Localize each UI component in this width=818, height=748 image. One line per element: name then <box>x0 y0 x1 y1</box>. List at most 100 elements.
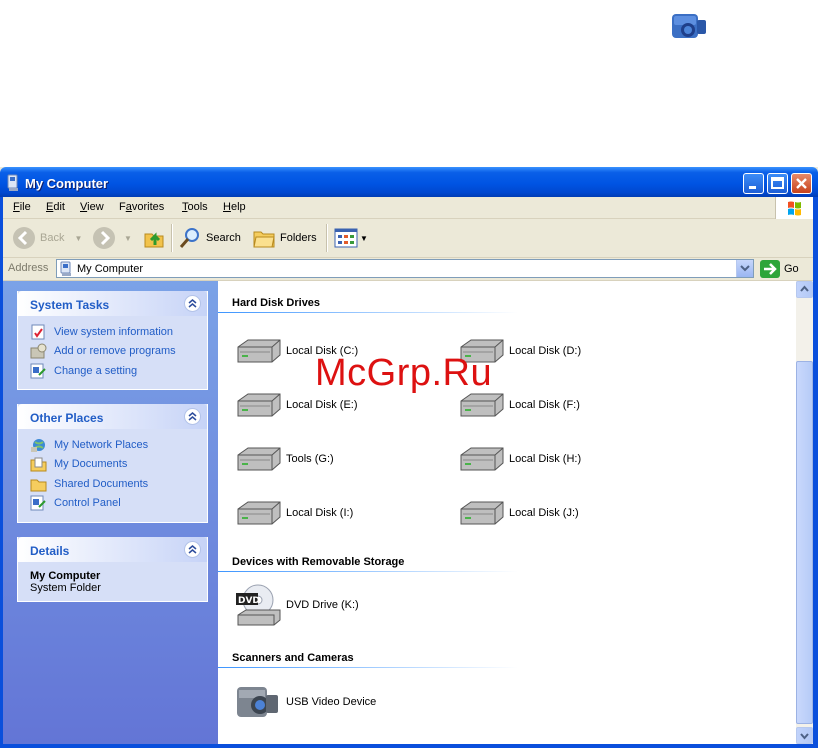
address-value: My Computer <box>77 263 144 275</box>
system-tasks-panel: System Tasks View system information Add… <box>17 291 208 390</box>
drive-label: Tools (G:) <box>286 453 334 465</box>
control-panel-icon <box>30 495 46 511</box>
collapse-button[interactable] <box>184 408 201 425</box>
panel-title: System Tasks <box>30 298 110 312</box>
watermark: McGrp.Ru <box>315 352 493 394</box>
drive-item[interactable]: Local Disk (H:) <box>457 439 581 479</box>
close-button[interactable] <box>791 173 812 194</box>
address-bar: Address My Computer Go <box>0 258 818 281</box>
view-system-info-link[interactable]: View system information <box>18 322 207 342</box>
menu-file[interactable]: File <box>13 201 31 213</box>
toolbar: Back ▼ ▼ Search Folders ▼ <box>0 219 818 258</box>
maximize-button[interactable] <box>767 173 788 194</box>
group-divider <box>218 312 518 313</box>
my-documents-link[interactable]: My Documents <box>18 455 207 475</box>
menu-edit[interactable]: Edit <box>46 201 65 213</box>
camcorder-icon <box>672 14 706 38</box>
group-divider <box>218 667 518 668</box>
address-input[interactable]: My Computer <box>56 259 754 278</box>
usb-video-device-item[interactable]: USB Video Device <box>234 679 376 725</box>
minimize-button[interactable] <box>743 173 764 194</box>
dvd-badge: DVD <box>238 596 260 606</box>
folders-button[interactable]: Folders <box>252 223 317 253</box>
panel-title: Details <box>30 544 70 558</box>
collapse-button[interactable] <box>184 541 201 558</box>
hard-disk-icon <box>460 393 504 417</box>
system-info-icon <box>31 324 45 340</box>
content-area: Hard Disk Drives Local Disk (C:) Local D… <box>218 281 796 744</box>
vertical-scrollbar[interactable] <box>796 281 813 744</box>
title-bar[interactable]: My Computer <box>0 167 818 197</box>
my-network-places-link[interactable]: My Network Places <box>18 435 207 455</box>
other-places-header[interactable]: Other Places <box>18 404 207 429</box>
window-border <box>0 744 818 748</box>
menu-tools[interactable]: Tools <box>182 201 208 213</box>
add-remove-programs-link[interactable]: Add or remove programs <box>18 342 207 362</box>
back-dropdown-icon[interactable]: ▼ <box>74 234 82 243</box>
menu-help[interactable]: Help <box>223 201 246 213</box>
hard-disk-icon <box>237 447 281 471</box>
change-setting-link[interactable]: Change a setting <box>18 361 207 381</box>
drive-item[interactable]: Local Disk (I:) <box>234 493 353 533</box>
chevron-down-icon <box>800 733 809 740</box>
drive-label: Local Disk (I:) <box>286 507 354 519</box>
up-folder-icon <box>144 232 164 248</box>
group-header-hard-disks: Hard Disk Drives <box>232 297 321 309</box>
my-computer-icon <box>60 261 71 276</box>
go-button[interactable]: Go <box>760 259 799 279</box>
collapse-chevron-icon <box>188 299 197 308</box>
toolbar-separator <box>326 224 328 252</box>
drive-label: DVD Drive (K:) <box>286 599 359 611</box>
chevron-down-icon <box>740 265 750 272</box>
hard-disk-icon <box>237 339 281 363</box>
go-arrow-icon <box>760 260 780 278</box>
group-divider <box>218 571 518 572</box>
shared-documents-link[interactable]: Shared Documents <box>18 474 207 494</box>
forward-dropdown-icon[interactable]: ▼ <box>124 234 132 243</box>
drive-label: Local Disk (D:) <box>509 345 582 357</box>
maximize-icon <box>771 177 784 189</box>
collapse-chevron-icon <box>188 545 197 554</box>
drive-label: Local Disk (H:) <box>509 453 582 465</box>
group-header-removable: Devices with Removable Storage <box>232 556 405 568</box>
menu-favorites[interactable]: Favorites <box>119 201 164 213</box>
up-button[interactable] <box>142 223 166 253</box>
details-type: System Folder <box>30 582 101 594</box>
address-dropdown-button[interactable] <box>736 260 753 277</box>
hard-disk-icon <box>237 393 281 417</box>
task-pane: System Tasks View system information Add… <box>0 281 218 744</box>
chevron-up-icon <box>800 285 809 292</box>
control-panel-link[interactable]: Control Panel <box>18 494 207 514</box>
scroll-down-button[interactable] <box>796 727 813 744</box>
hard-disk-icon <box>237 501 281 525</box>
close-icon <box>796 178 807 189</box>
network-places-icon <box>31 438 45 452</box>
add-remove-icon <box>30 343 47 359</box>
drive-item[interactable]: Tools (G:) <box>234 439 334 479</box>
forward-button[interactable]: ▼ <box>92 223 132 253</box>
details-header[interactable]: Details <box>18 537 207 562</box>
drive-item[interactable]: Local Disk (J:) <box>457 493 579 533</box>
collapse-button[interactable] <box>184 295 201 312</box>
other-places-panel: Other Places My Network Places My Docume… <box>17 404 208 523</box>
drive-label: Local Disk (E:) <box>286 399 358 411</box>
scroll-up-button[interactable] <box>796 281 813 298</box>
dvd-drive-item[interactable]: DVD DVD Drive (K:) <box>234 581 359 629</box>
shared-documents-icon <box>30 479 47 492</box>
back-label: Back <box>40 232 65 244</box>
collapse-chevron-icon <box>188 412 197 421</box>
search-button[interactable]: Search <box>178 223 241 253</box>
dvd-drive-icon: DVD <box>236 584 281 626</box>
menu-view[interactable]: View <box>80 201 104 213</box>
back-button[interactable]: Back ▼ <box>12 223 82 253</box>
views-dropdown-icon[interactable]: ▼ <box>360 234 368 243</box>
scroll-thumb[interactable] <box>796 361 813 724</box>
views-button[interactable]: ▼ <box>334 223 368 253</box>
windows-flag-icon <box>775 197 814 219</box>
minimize-icon <box>749 186 756 189</box>
my-computer-icon <box>7 174 18 191</box>
system-tasks-header[interactable]: System Tasks <box>18 291 207 316</box>
folders-label: Folders <box>280 232 317 244</box>
device-label: USB Video Device <box>286 696 377 708</box>
panel-title: Other Places <box>30 411 104 425</box>
